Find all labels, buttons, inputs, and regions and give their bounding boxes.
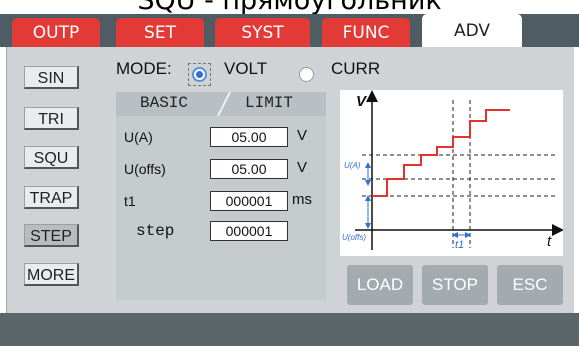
uoffs-label: U(offs) <box>124 161 166 177</box>
uoffs-dimension-label: U(offs) <box>342 233 366 242</box>
load-button[interactable]: LOAD <box>347 265 413 305</box>
volt-radio[interactable] <box>192 67 207 82</box>
waveform-button-trap[interactable]: TRAP <box>24 186 79 209</box>
tab-func[interactable]: FUNC <box>322 18 410 47</box>
tab-syst[interactable]: SYST <box>215 18 310 47</box>
mode-label: MODE: <box>116 59 172 78</box>
volt-option-label: VOLT <box>224 59 268 78</box>
ua-dimension-label: U(A) <box>344 161 361 170</box>
t1-label: t1 <box>124 193 136 209</box>
t1-dimension-label: t1 <box>455 239 464 251</box>
step-label: step <box>136 222 175 240</box>
tab-limit[interactable]: LIMIT <box>245 94 293 112</box>
curr-radio[interactable] <box>299 67 314 82</box>
step-value-field[interactable]: 000001 <box>210 221 288 241</box>
t1-unit: ms <box>292 191 312 208</box>
uoffs-value-field[interactable]: 05.00 <box>210 159 288 179</box>
subtab-divider <box>217 92 231 116</box>
waveform-button-sin[interactable]: SIN <box>24 66 79 89</box>
waveform-button-tri[interactable]: TRI <box>24 107 79 130</box>
ua-value-field[interactable]: 05.00 <box>210 127 288 147</box>
tab-bar: OUTP SET SYST FUNC ADV <box>0 14 579 47</box>
waveform-button-squ[interactable]: SQU <box>24 146 79 169</box>
curr-option-label: CURR <box>331 59 381 78</box>
stop-button[interactable]: STOP <box>422 265 488 305</box>
tab-outp[interactable]: OUTP <box>12 18 100 47</box>
tab-adv[interactable]: ADV <box>422 14 522 47</box>
t-axis-label: t <box>547 233 552 250</box>
ua-label: U(A) <box>124 129 153 145</box>
v-axis-label: V <box>356 93 368 110</box>
step-waveform-diagram: V t U(A) U(offs) t1 <box>340 90 564 256</box>
uoffs-unit: V <box>297 159 308 176</box>
ua-unit: V <box>297 127 308 144</box>
step-waveform-line <box>372 109 510 197</box>
status-bar <box>0 313 579 346</box>
waveform-button-more[interactable]: MORE <box>24 263 79 286</box>
waveform-button-step[interactable]: STEP <box>24 224 79 247</box>
esc-button[interactable]: ESC <box>497 265 563 305</box>
t1-value-field[interactable]: 000001 <box>210 191 288 211</box>
tab-basic[interactable]: BASIC <box>140 94 188 112</box>
tab-set[interactable]: SET <box>116 18 204 47</box>
